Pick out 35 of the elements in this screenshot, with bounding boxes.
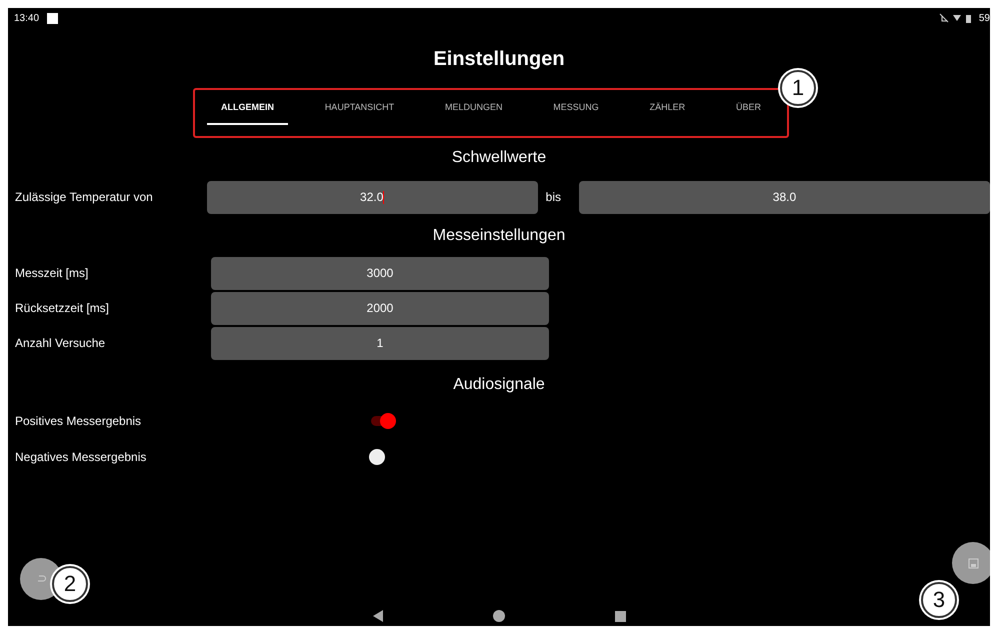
tab[interactable]: HAUPTANSICHT [310, 90, 408, 125]
tab[interactable]: ZÄHLER [636, 90, 700, 125]
callout-number: 3 [921, 582, 957, 618]
home-icon[interactable] [492, 610, 504, 622]
callout-number: 1 [780, 70, 816, 106]
input-field[interactable]: 32.0 [206, 180, 538, 214]
page-title: Einstellungen [433, 48, 565, 71]
separator-label: bis [544, 190, 562, 204]
tab[interactable]: ALLGEMEIN [207, 90, 288, 125]
tab[interactable]: MELDUNGEN [430, 90, 516, 125]
toggle-label: Positives Messergebnis [14, 414, 142, 428]
section-heading: Schwellwerte [452, 149, 546, 167]
recents-icon[interactable] [614, 610, 626, 622]
callout-number: 2 [52, 566, 88, 602]
input-field[interactable]: 1 [211, 326, 549, 360]
save-button[interactable] [952, 542, 990, 584]
input-field[interactable]: 2000 [211, 292, 549, 324]
section-heading: Messeinstellungen [432, 227, 566, 245]
input-field[interactable]: 3000 [211, 256, 549, 290]
status-time: 13:40 [14, 12, 40, 24]
undo-icon [36, 574, 46, 584]
input-field[interactable]: 38.0 [578, 180, 990, 214]
toggle-switch[interactable] [371, 416, 395, 426]
toggle-label: Negatives Messergebnis [14, 450, 148, 464]
save-icon [968, 558, 978, 568]
field-label: Messzeit [ms] [14, 266, 90, 280]
back-icon[interactable] [372, 610, 382, 622]
field-label: Rücksetzzeit [ms] [14, 301, 110, 315]
field-label: Anzahl Versuche [14, 336, 106, 350]
notification-icon [47, 12, 58, 24]
tab[interactable]: ÜBER [722, 90, 775, 125]
section-heading: Audiosignale [453, 376, 545, 394]
field-label: Zulässige Temperatur von [14, 190, 154, 204]
tab[interactable]: MESSUNG [539, 90, 613, 125]
battery-percent: 59 [978, 12, 990, 24]
